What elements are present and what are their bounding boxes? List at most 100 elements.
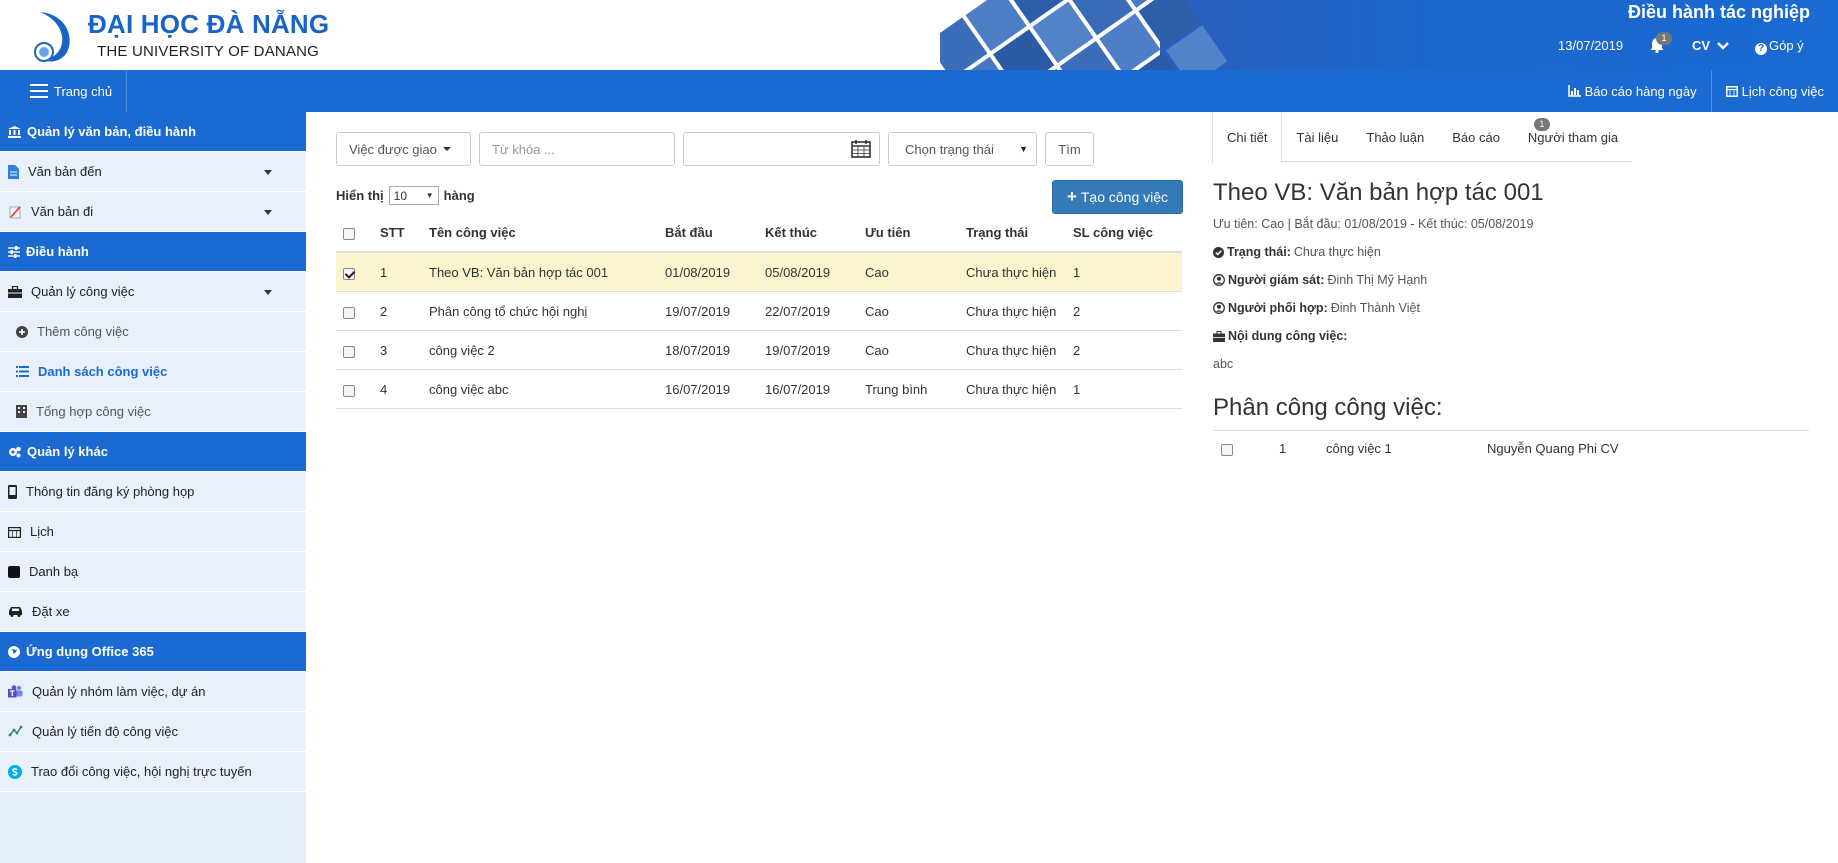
plus-circle-icon [16,325,28,338]
sidebar-item-label: Đặt xe [32,604,70,619]
page-size-select[interactable]: 10 ▼ [388,186,439,205]
tab-discussion[interactable]: Thảo luận [1352,112,1438,162]
header: ĐẠI HỌC ĐÀ NẴNG THE UNIVERSITY OF DANANG… [0,0,1838,70]
search-button[interactable]: Tìm [1045,132,1094,166]
sidebar-item-meeting-room[interactable]: Thông tin đăng ký phòng họp [0,472,306,512]
tab-documents[interactable]: Tài liệu [1282,112,1352,162]
column-header[interactable]: Kết thúc [765,213,817,252]
tab-detail[interactable]: Chi tiết [1212,112,1283,163]
sidebar-group-office365[interactable]: Ứng dụng Office 365 [0,632,306,672]
sidebar-item-add-task[interactable]: Thêm công việc [0,312,306,352]
sidebar-item-incoming-docs[interactable]: Văn bản đến [0,152,306,192]
cell-name[interactable]: Theo VB: Văn bản hợp tác 001 [429,253,608,292]
cell-count: 1 [1073,265,1081,280]
sidebar: Quản lý văn bản, điều hành Văn bản đến V… [0,112,306,863]
sidebar-item-task-summary[interactable]: Tổng hợp công việc [0,392,306,432]
create-task-button[interactable]: + Tạo công việc [1052,180,1183,214]
plus-icon: + [1066,187,1077,206]
cell-start: 01/08/2019 [665,265,731,280]
table-row[interactable]: 1 Theo VB: Văn bản hợp tác 001 01/08/2019 0… [336,253,1182,292]
sidebar-item-outgoing-docs[interactable]: Văn bản đi [0,192,306,232]
assignment-name: công việc 1 [1326,441,1392,456]
cell-name[interactable]: Phân công tổ chức hội nghị [429,292,587,331]
top-navbar: Trang chủ Báo cáo hàng ngày Lịch công vi… [0,70,1838,112]
row-checkbox[interactable] [343,253,355,292]
sidebar-item-task-management[interactable]: Quản lý công việc [0,272,306,312]
sidebar-group-label: Điều hành [26,244,89,259]
caret-down-icon [264,170,272,175]
cell-stt: 3 [380,343,388,358]
cell-priority: Cao [865,265,889,280]
date-range-input[interactable] [683,132,880,166]
page-size-control: Hiển thị 10 ▼ hàng [336,186,475,205]
home-nav-button[interactable]: Trang chủ [0,70,128,112]
coordinator-value: Đinh Thành Việt [1330,301,1420,315]
user-menu[interactable]: CV [1692,38,1729,53]
cell-priority: Cao [865,343,889,358]
send-document-icon [9,205,21,218]
calendar-icon [1725,86,1738,97]
select-all-checkbox[interactable] [343,213,355,252]
bank-icon [8,125,21,138]
sidebar-item-calendar[interactable]: Lịch [0,512,306,552]
column-header[interactable]: STT [380,213,405,252]
row-checkbox[interactable] [343,370,355,409]
sidebar-item-planner[interactable]: Quản lý tiến độ công việc [0,712,306,752]
daily-report-link[interactable]: Báo cáo hàng ngày [1554,70,1711,112]
sidebar-item-car-booking[interactable]: Đặt xe [0,592,306,632]
sidebar-item-label: Danh sách công việc [38,364,168,379]
sidebar-group-other[interactable]: Quản lý khác [0,432,306,472]
checkbox[interactable] [343,384,355,397]
feedback-link[interactable]: ? Góp ý [1755,38,1804,55]
calendar-icon[interactable] [851,140,871,158]
checkbox[interactable] [343,345,355,358]
sidebar-item-skype[interactable]: Trao đổi công việc, hội nghị trực tuyến [0,752,306,792]
work-calendar-link[interactable]: Lịch công việc [1710,70,1838,112]
show-label: Hiển thị [336,188,384,203]
cogs-icon [9,446,21,457]
tab-report[interactable]: Báo cáo [1438,112,1514,162]
caret-down-icon: ▼ [425,191,434,200]
cell-count: 1 [1073,382,1081,397]
checkbox[interactable] [343,267,355,280]
tab-label: Thảo luận [1366,129,1425,145]
menu-icon [30,84,48,98]
assignment-row[interactable]: 1 công việc 1 Nguyễn Quang Phi CV [1213,430,1809,466]
row-checkbox[interactable] [343,292,355,331]
globe-icon [8,645,20,658]
checkbox[interactable] [1221,443,1233,456]
daily-report-label: Báo cáo hàng ngày [1584,83,1697,99]
participants-badge: 1 [1533,118,1550,131]
sidebar-item-teams[interactable]: Quản lý nhóm làm việc, dự án [0,672,306,712]
column-header[interactable]: Bắt đầu [665,213,713,252]
column-header[interactable]: Ưu tiên [865,213,910,252]
checkbox[interactable] [343,227,355,240]
cell-name[interactable]: công việc 2 [429,331,495,370]
task-coordinator-line: Người phối hợp: Đinh Thành Việt [1213,301,1420,315]
checkbox[interactable] [343,306,355,319]
row-checkbox[interactable] [343,331,355,370]
sidebar-group-operations[interactable]: Điều hành [0,232,306,272]
tab-participants[interactable]: 1 Người tham gia [1514,112,1632,162]
task-content-line: Nội dung công việc: [1213,329,1350,343]
sidebar-group-documents[interactable]: Quản lý văn bản, điều hành [0,112,306,152]
keyword-search-input[interactable]: Từ khóa ... [479,132,675,166]
sidebar-item-task-list[interactable]: Danh sách công việc [0,352,306,392]
document-icon [8,164,19,179]
sidebar-item-contacts[interactable]: Danh bạ [0,552,306,592]
table-row[interactable]: 2 Phân công tổ chức hội nghị 19/07/2019 22/… [336,292,1182,331]
assignment-checkbox[interactable] [1221,431,1233,467]
assigned-filter-dropdown[interactable]: Việc được giao [336,132,471,166]
supervisor-value: Đinh Thị Mỹ Hạnh [1327,273,1428,287]
column-header[interactable]: SL công việc [1073,213,1153,252]
table-row[interactable]: 3 công việc 2 18/07/2019 19/07/2019 Cao Chưa … [336,331,1182,370]
create-task-label: Tạo công việc [1080,189,1169,205]
column-header[interactable]: Trạng thái [966,213,1028,252]
sidebar-item-label: Quản lý tiến độ công việc [32,724,178,739]
task-meta: Ưu tiên: Cao | Bắt đầu: 01/08/2019 - Kết… [1213,217,1534,231]
sidebar-group-label: Quản lý văn bản, điều hành [27,124,197,139]
cell-name[interactable]: công việc abc [429,370,509,409]
column-header[interactable]: Tên công việc [429,213,516,252]
table-row[interactable]: 4 công việc abc 16/07/2019 16/07/2019 Trung … [336,370,1182,409]
status-select[interactable]: Chọn trạng thái ▼ [888,132,1037,166]
